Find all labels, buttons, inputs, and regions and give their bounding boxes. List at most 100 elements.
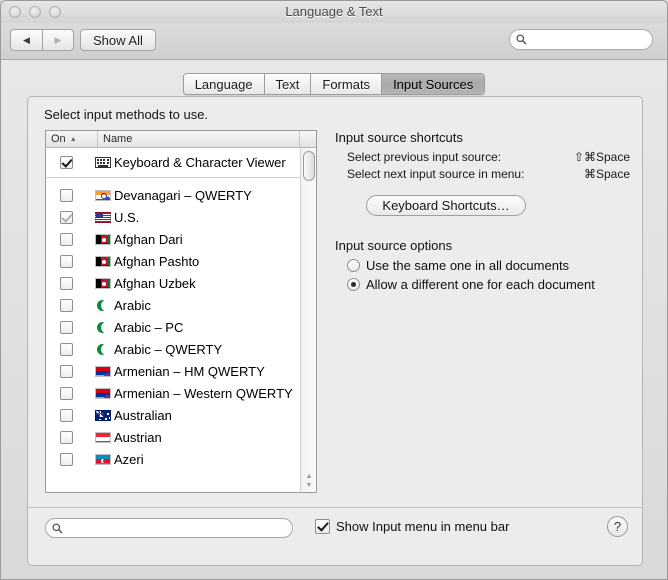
right-column: Input source shortcuts Select previous i… bbox=[335, 130, 630, 292]
radio-different-one-icon[interactable] bbox=[347, 278, 360, 291]
column-header-on-label: On bbox=[51, 133, 66, 145]
austria-flag-icon bbox=[95, 431, 111, 443]
navigation-buttons: ◀ ▶ bbox=[10, 29, 74, 51]
sort-ascending-icon: ▲ bbox=[69, 135, 77, 143]
panel-prompt: Select input methods to use. bbox=[44, 107, 209, 122]
input-method-label: Arabic – PC bbox=[114, 319, 184, 335]
australia-flag-icon bbox=[95, 409, 111, 421]
list-rows[interactable]: Keyboard & Character Viewer Devanagari – … bbox=[46, 148, 316, 492]
radio-same-one-icon[interactable] bbox=[347, 259, 360, 272]
list-item[interactable]: Armenian – Western QWERTY bbox=[46, 382, 316, 404]
show-input-menu-row[interactable]: Show Input menu in menu bar bbox=[315, 519, 509, 534]
afghanistan-flag-icon bbox=[95, 255, 111, 267]
input-method-label: Australian bbox=[114, 407, 172, 423]
column-header-on[interactable]: On ▲ bbox=[46, 131, 98, 147]
input-method-checkbox[interactable] bbox=[60, 430, 73, 444]
input-method-checkbox[interactable] bbox=[60, 386, 73, 400]
input-method-checkbox[interactable] bbox=[60, 298, 73, 312]
input-method-label: Arabic – QWERTY bbox=[114, 341, 223, 357]
radio-label-different-one: Allow a different one for each document bbox=[366, 277, 595, 292]
input-method-label: U.S. bbox=[114, 209, 140, 225]
back-button[interactable]: ◀ bbox=[10, 29, 42, 51]
tab-language[interactable]: Language bbox=[183, 74, 265, 94]
input-method-label: Austrian bbox=[114, 429, 162, 445]
input-method-checkbox[interactable] bbox=[60, 276, 73, 290]
azerbaijan-flag-icon bbox=[95, 453, 111, 465]
list-item[interactable]: Austrian bbox=[46, 426, 316, 448]
input-method-checkbox[interactable] bbox=[60, 452, 73, 466]
input-method-label: Afghan Pashto bbox=[114, 253, 200, 269]
input-method-checkbox[interactable] bbox=[60, 364, 73, 378]
scroll-up-icon[interactable]: ▲ bbox=[303, 472, 315, 481]
scrollbar-arrows[interactable]: ▲ ▼ bbox=[303, 472, 315, 490]
forward-button[interactable]: ▶ bbox=[42, 29, 74, 51]
list-item[interactable]: Arabic – QWERTY bbox=[46, 338, 316, 360]
list-item[interactable]: Arabic bbox=[46, 294, 316, 316]
input-method-checkbox[interactable] bbox=[60, 156, 73, 169]
tab-bar: Language Text Formats Input Sources bbox=[1, 73, 667, 95]
input-method-checkbox[interactable] bbox=[60, 210, 73, 224]
afghanistan-flag-icon bbox=[95, 277, 111, 289]
input-method-checkbox[interactable] bbox=[60, 342, 73, 356]
input-source-options: Input source options Use the same one in… bbox=[335, 238, 630, 292]
scroll-down-icon[interactable]: ▼ bbox=[303, 481, 315, 490]
shortcut-row-previous: Select previous input source: ⇧⌘Space bbox=[347, 150, 630, 164]
list-item[interactable]: Afghan Uzbek bbox=[46, 272, 316, 294]
shortcut-keys-previous: ⇧⌘Space bbox=[573, 150, 630, 164]
toolbar-search-field[interactable] bbox=[509, 29, 653, 50]
armenia-flag-icon bbox=[95, 365, 111, 377]
list-item[interactable]: Azeri bbox=[46, 448, 316, 470]
input-method-label: Armenian – HM QWERTY bbox=[114, 363, 265, 379]
toolbar-search-input[interactable] bbox=[530, 31, 640, 48]
list-item[interactable]: Afghan Pashto bbox=[46, 250, 316, 272]
radio-row-different-one[interactable]: Allow a different one for each document bbox=[347, 277, 630, 292]
show-all-button[interactable]: Show All bbox=[80, 29, 156, 51]
tab-formats[interactable]: Formats bbox=[311, 74, 383, 94]
input-method-label: Arabic bbox=[114, 297, 151, 313]
input-sources-panel: Select input methods to use. On ▲ Name K… bbox=[27, 96, 643, 566]
list-scrollbar[interactable]: ▲ ▼ bbox=[300, 148, 316, 492]
options-section-title: Input source options bbox=[335, 238, 453, 253]
list-item[interactable]: Devanagari – QWERTY bbox=[46, 184, 316, 206]
shortcut-keys-next: ⌘Space bbox=[583, 167, 630, 181]
input-method-checkbox[interactable] bbox=[60, 320, 73, 334]
devanagari-flag-icon bbox=[95, 189, 111, 201]
tab-text[interactable]: Text bbox=[264, 74, 312, 94]
input-method-checkbox[interactable] bbox=[60, 232, 73, 246]
arabic-crescent-icon bbox=[95, 299, 111, 311]
keyboard-viewer-icon bbox=[95, 157, 111, 168]
help-button[interactable]: ? bbox=[607, 516, 628, 537]
toolbar: ◀ ▶ Show All bbox=[1, 23, 667, 60]
column-header-gutter bbox=[300, 131, 316, 147]
search-icon bbox=[52, 522, 63, 534]
list-item[interactable]: U.S. bbox=[46, 206, 316, 228]
input-method-label: Armenian – Western QWERTY bbox=[114, 385, 293, 401]
input-method-label: Azeri bbox=[114, 451, 144, 467]
list-item[interactable]: Australian bbox=[46, 404, 316, 426]
arabic-crescent-icon bbox=[95, 321, 111, 333]
keyboard-shortcuts-button[interactable]: Keyboard Shortcuts… bbox=[366, 195, 526, 216]
list-search-field[interactable] bbox=[45, 518, 293, 538]
list-item[interactable]: Armenian – HM QWERTY bbox=[46, 360, 316, 382]
panel-bottom-bar: Show Input menu in menu bar ? bbox=[28, 507, 642, 565]
column-header-name-label: Name bbox=[103, 133, 133, 145]
shortcut-label-next: Select next input source in menu: bbox=[347, 167, 525, 181]
list-item[interactable]: Arabic – PC bbox=[46, 316, 316, 338]
title-bar: Language & Text bbox=[1, 1, 667, 23]
search-icon bbox=[516, 34, 527, 45]
list-item[interactable]: Keyboard & Character Viewer bbox=[46, 148, 316, 178]
list-search-input[interactable] bbox=[66, 520, 276, 536]
input-method-checkbox[interactable] bbox=[60, 188, 73, 202]
shortcut-label-previous: Select previous input source: bbox=[347, 150, 502, 164]
column-header-name[interactable]: Name bbox=[98, 131, 300, 147]
input-method-checkbox[interactable] bbox=[60, 254, 73, 268]
input-method-checkbox[interactable] bbox=[60, 408, 73, 422]
tab-input-sources[interactable]: Input Sources bbox=[382, 74, 485, 94]
shortcut-row-next: Select next input source in menu: ⌘Space bbox=[347, 167, 630, 181]
show-input-menu-checkbox[interactable] bbox=[315, 519, 330, 534]
scrollbar-thumb[interactable] bbox=[303, 151, 315, 181]
radio-row-same-one[interactable]: Use the same one in all documents bbox=[347, 258, 630, 273]
radio-label-same-one: Use the same one in all documents bbox=[366, 258, 570, 273]
list-item[interactable]: Afghan Dari bbox=[46, 228, 316, 250]
tab-group: Language Text Formats Input Sources bbox=[182, 73, 486, 95]
